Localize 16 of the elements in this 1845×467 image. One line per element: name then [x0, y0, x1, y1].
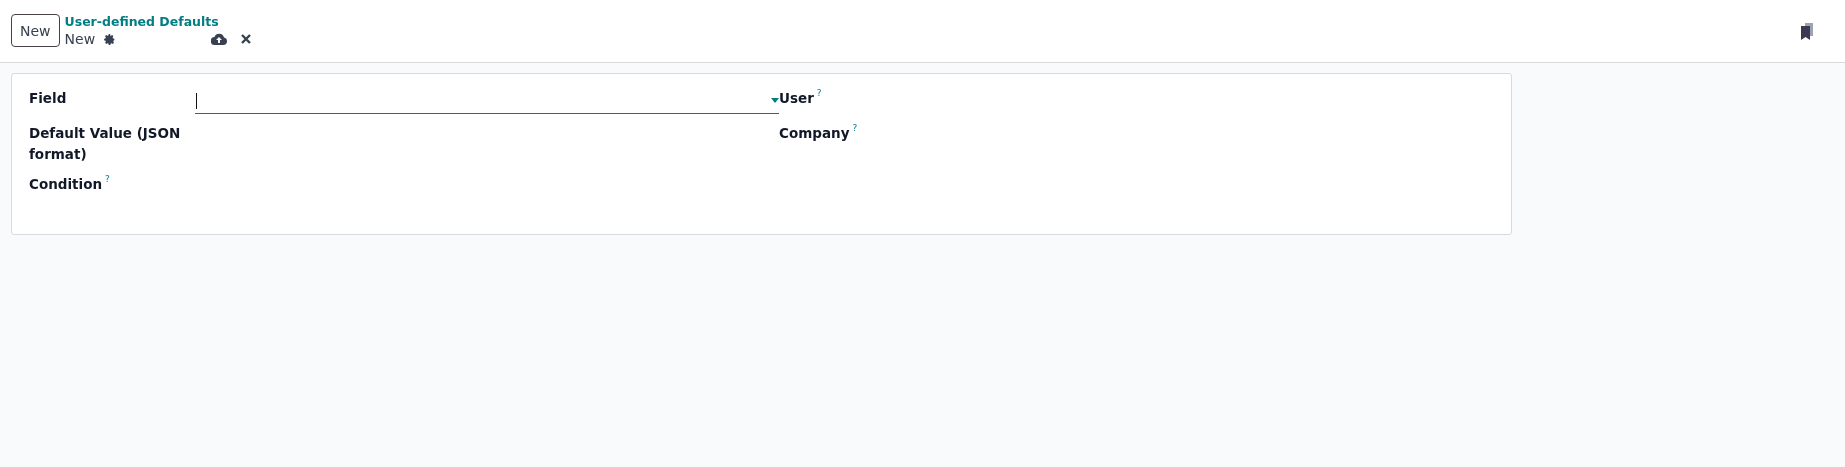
dropdown-icon [771, 98, 779, 103]
bookmark-icon[interactable] [1800, 23, 1814, 40]
help-icon[interactable]: ? [105, 174, 110, 184]
help-icon[interactable]: ? [816, 88, 822, 98]
cloud-upload-icon[interactable] [211, 33, 228, 45]
field-label: Condition [29, 175, 103, 194]
record-name: New [64, 30, 96, 48]
gear-icon[interactable] [103, 32, 117, 46]
close-icon[interactable] [241, 34, 252, 44]
field-label: Company [779, 124, 850, 143]
field-label: User [779, 89, 814, 108]
field-label: Field [29, 89, 67, 108]
field-label: Default Value (JSON format) [29, 124, 182, 164]
new-button[interactable]: New [11, 14, 60, 47]
help-icon[interactable]: ? [852, 123, 858, 133]
breadcrumb-link[interactable]: User-defined Defaults [64, 14, 252, 30]
